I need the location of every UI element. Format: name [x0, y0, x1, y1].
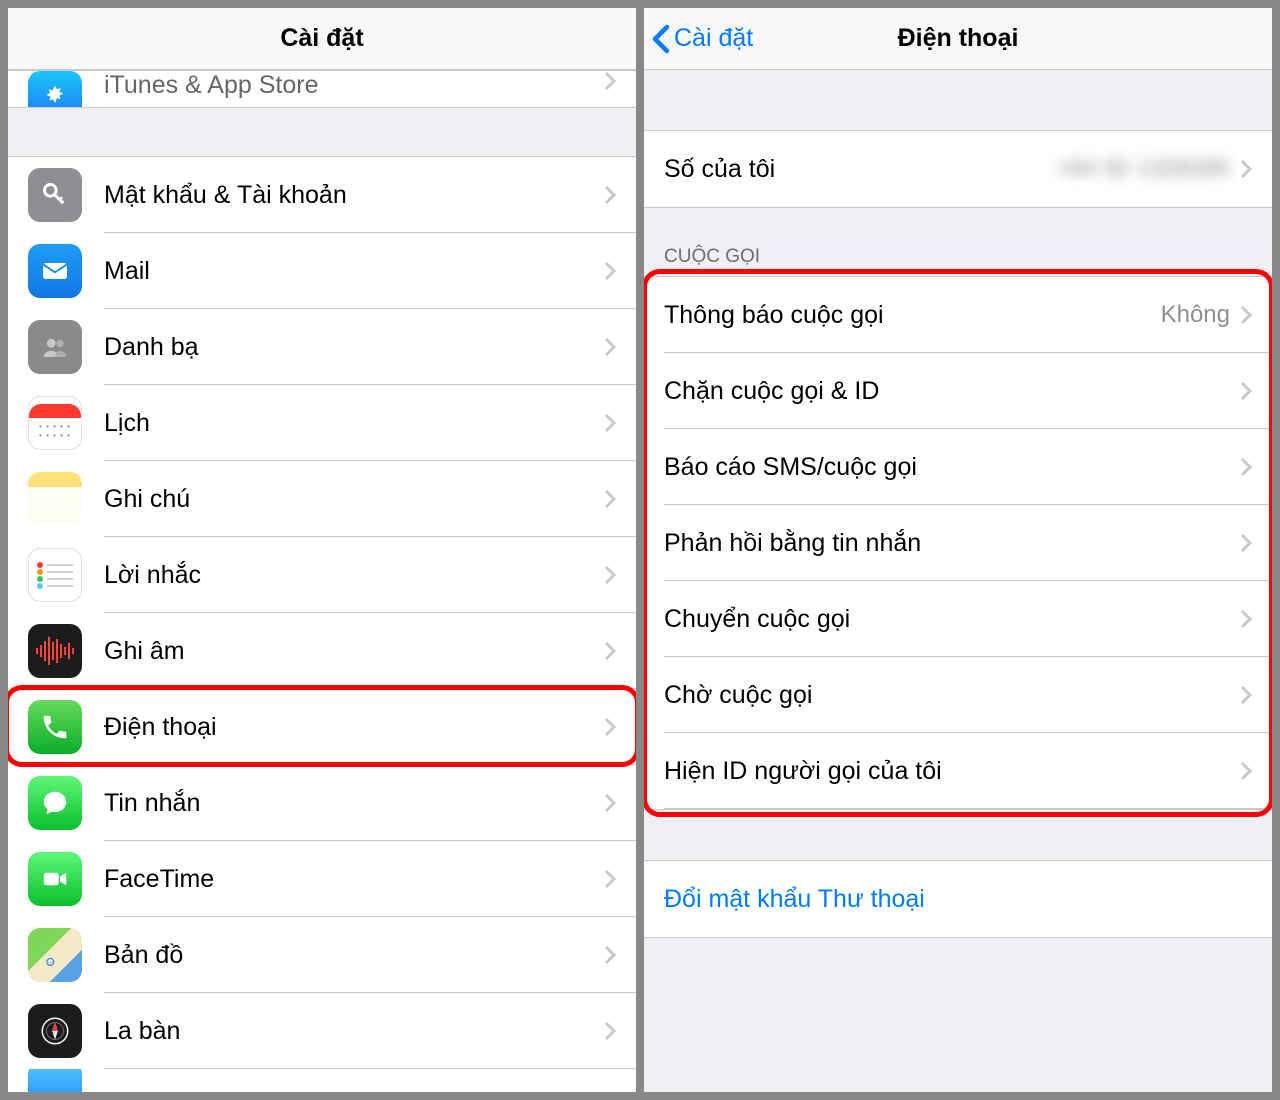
row-label: Hiện ID người gọi của tôi	[664, 757, 1240, 786]
row-label: Ghi chú	[104, 485, 604, 514]
chevron-right-icon	[604, 641, 616, 661]
row-call-forwarding[interactable]: Chuyển cuộc gọi	[644, 581, 1272, 657]
settings-row-reminders[interactable]: Lời nhắc	[8, 537, 636, 613]
settings-row-compass[interactable]: La bàn	[8, 993, 636, 1069]
calendar-icon: • • • • •• • • • •	[28, 396, 82, 450]
messages-icon	[28, 776, 82, 830]
row-respond-text[interactable]: Phản hồi bằng tin nhắn	[644, 505, 1272, 581]
chevron-right-icon	[604, 185, 616, 205]
row-label: Chờ cuộc gọi	[664, 681, 1240, 710]
chevron-right-icon	[1240, 381, 1252, 401]
svg-text:280: 280	[46, 960, 54, 965]
maps-icon: 280	[28, 928, 82, 982]
row-label: Ghi âm	[104, 637, 604, 666]
chevron-right-icon	[1240, 685, 1252, 705]
chevron-right-icon	[604, 793, 616, 813]
row-label: Thông báo cuộc gọi	[664, 301, 1161, 330]
mail-icon	[28, 244, 82, 298]
chevron-right-icon	[604, 413, 616, 433]
row-label: La bàn	[104, 1017, 604, 1046]
row-label: iTunes & App Store	[104, 71, 604, 100]
chevron-right-icon	[1240, 457, 1252, 477]
navbar: Cài đặt	[8, 8, 636, 70]
row-label: Lời nhắc	[104, 561, 604, 590]
chevron-right-icon	[604, 1021, 616, 1041]
back-label: Cài đặt	[674, 24, 753, 53]
contacts-icon	[28, 320, 82, 374]
row-label: Danh bạ	[104, 333, 604, 362]
settings-row-calendar[interactable]: • • • • •• • • • • Lịch	[8, 385, 636, 461]
row-label: Đổi mật khẩu Thư thoại	[664, 885, 1272, 914]
calls-section-header: CUỘC GỌI	[644, 238, 1272, 276]
row-label: Báo cáo SMS/cuộc gọi	[664, 453, 1240, 482]
settings-row-facetime[interactable]: FaceTime	[8, 841, 636, 917]
row-my-number[interactable]: Số của tôi +84 92 1328395	[644, 131, 1272, 207]
row-label: Chặn cuộc gọi & ID	[664, 377, 1240, 406]
phone-settings-list[interactable]: Số của tôi +84 92 1328395 CUỘC GỌI Thông…	[644, 70, 1272, 1092]
row-label: Mail	[104, 257, 604, 286]
row-label: Bản đồ	[104, 941, 604, 970]
reminders-icon	[28, 548, 82, 602]
navbar-title: Điện thoại	[898, 24, 1019, 53]
row-label: Mật khẩu & Tài khoản	[104, 181, 604, 210]
unknown-icon	[28, 1069, 82, 1092]
chevron-right-icon	[604, 261, 616, 281]
row-label: Phản hồi bằng tin nhắn	[664, 529, 1240, 558]
key-icon	[28, 168, 82, 222]
my-number-value: +84 92 1328395	[1056, 155, 1230, 183]
chevron-right-icon	[1240, 533, 1252, 553]
settings-row-passwords[interactable]: Mật khẩu & Tài khoản	[8, 157, 636, 233]
chevron-right-icon	[1240, 609, 1252, 629]
facetime-icon	[28, 852, 82, 906]
settings-row-itunes[interactable]: iTunes & App Store	[8, 71, 636, 107]
settings-row-partial[interactable]	[8, 1069, 636, 1092]
settings-screen: Cài đặt iTunes & App Store Mật khẩu & Tà…	[8, 8, 636, 1092]
row-call-waiting[interactable]: Chờ cuộc gọi	[644, 657, 1272, 733]
chevron-right-icon	[604, 489, 616, 509]
phone-icon	[28, 700, 82, 754]
appstore-icon	[28, 71, 82, 107]
chevron-right-icon	[1240, 761, 1252, 781]
row-call-blocking[interactable]: Chặn cuộc gọi & ID	[644, 353, 1272, 429]
settings-list[interactable]: iTunes & App Store Mật khẩu & Tài khoản …	[8, 70, 636, 1092]
row-label: Điện thoại	[104, 713, 604, 742]
row-call-announce[interactable]: Thông báo cuộc gọi Không	[644, 277, 1272, 353]
row-sms-report[interactable]: Báo cáo SMS/cuộc gọi	[644, 429, 1272, 505]
row-change-voicemail-password[interactable]: Đổi mật khẩu Thư thoại	[644, 861, 1272, 937]
navbar: Cài đặt Điện thoại	[644, 8, 1272, 70]
compass-icon	[28, 1004, 82, 1058]
settings-row-maps[interactable]: 280 Bản đồ	[8, 917, 636, 993]
chevron-right-icon	[604, 71, 616, 91]
chevron-right-icon	[604, 337, 616, 357]
settings-row-notes[interactable]: Ghi chú	[8, 461, 636, 537]
settings-row-messages[interactable]: Tin nhắn	[8, 765, 636, 841]
row-label: Số của tôi	[664, 155, 1056, 184]
chevron-right-icon	[604, 945, 616, 965]
row-label: Lịch	[104, 409, 604, 438]
settings-row-voicememo[interactable]: Ghi âm	[8, 613, 636, 689]
row-label: Tin nhắn	[104, 789, 604, 818]
row-show-caller-id[interactable]: Hiện ID người gọi của tôi	[644, 733, 1272, 809]
navbar-title: Cài đặt	[280, 24, 363, 53]
voicememo-icon	[28, 624, 82, 678]
notes-icon	[28, 472, 82, 526]
row-value: Không	[1161, 301, 1230, 329]
phone-settings-screen: Cài đặt Điện thoại Số của tôi +84 92 132…	[644, 8, 1272, 1092]
chevron-right-icon	[604, 869, 616, 889]
settings-row-contacts[interactable]: Danh bạ	[8, 309, 636, 385]
chevron-right-icon	[604, 717, 616, 737]
row-label: Chuyển cuộc gọi	[664, 605, 1240, 634]
settings-row-mail[interactable]: Mail	[8, 233, 636, 309]
chevron-right-icon	[1240, 159, 1252, 179]
chevron-right-icon	[604, 565, 616, 585]
settings-row-phone[interactable]: Điện thoại	[8, 689, 636, 765]
row-label: FaceTime	[104, 865, 604, 894]
chevron-right-icon	[1240, 305, 1252, 325]
back-button[interactable]: Cài đặt	[652, 24, 753, 54]
